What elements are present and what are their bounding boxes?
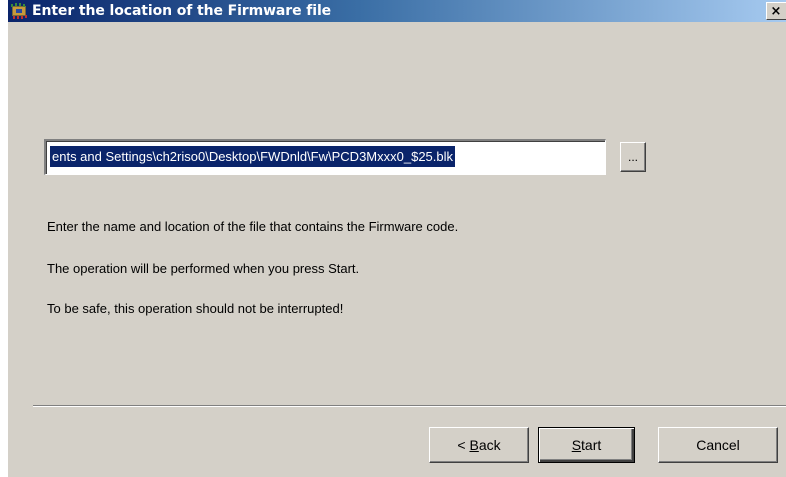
start-button-label: tart — [581, 437, 602, 453]
browse-button[interactable]: ... — [620, 142, 646, 172]
close-icon[interactable]: × — [766, 2, 786, 20]
firmware-location-dialog: Enter the location of the Firmware file … — [0, 0, 786, 477]
window-title: Enter the location of the Firmware file — [32, 3, 332, 19]
instruction-line-3: To be safe, this operation should not be… — [47, 301, 344, 316]
start-button-mnemonic: S — [571, 437, 582, 453]
back-button-mnemonic: B — [469, 437, 479, 453]
instruction-line-1: Enter the name and location of the file … — [47, 219, 459, 234]
button-separator — [33, 405, 786, 407]
firmware-path-input[interactable]: ents and Settings\ch2riso0\Desktop\FWDnl… — [44, 139, 606, 175]
firmware-app-icon — [10, 2, 28, 20]
start-button[interactable]: Start — [538, 427, 635, 463]
back-button[interactable]: < Back — [429, 427, 529, 463]
firmware-path-value[interactable]: ents and Settings\ch2riso0\Desktop\FWDnl… — [50, 146, 456, 167]
back-button-label: ack — [478, 437, 501, 453]
instruction-line-2: The operation will be performed when you… — [47, 261, 360, 276]
title-bar[interactable]: Enter the location of the Firmware file … — [8, 0, 786, 22]
cancel-button[interactable]: Cancel — [658, 427, 778, 463]
back-button-prefix: < — [457, 437, 470, 453]
desktop-edge — [0, 0, 8, 477]
